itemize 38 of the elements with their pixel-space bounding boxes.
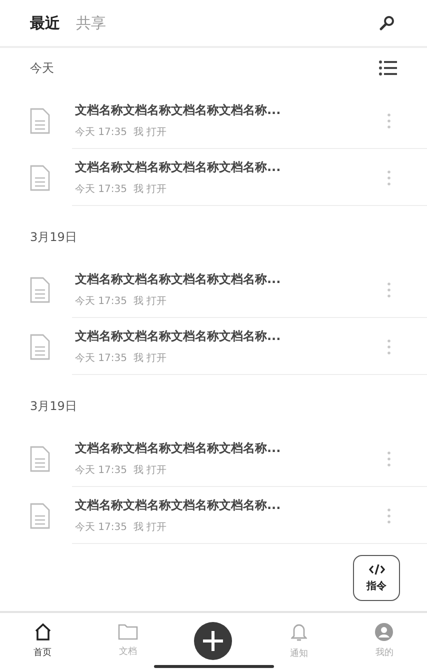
date-heading: 今天 bbox=[30, 60, 54, 76]
document-name[interactable]: 文档名称文档名称文档名称文档名称... bbox=[75, 102, 387, 119]
date-heading: 3月19日 bbox=[30, 398, 77, 414]
document-name[interactable]: 文档名称文档名称文档名称文档名称... bbox=[75, 271, 387, 288]
command-button[interactable]: 指令 bbox=[353, 555, 400, 601]
home-icon bbox=[34, 623, 52, 641]
folder-icon bbox=[118, 624, 138, 640]
document-meta: 今天 17:35 我 打开 bbox=[75, 352, 168, 365]
document-meta: 今天 17:35 我 打开 bbox=[75, 464, 168, 477]
add-button[interactable] bbox=[194, 622, 232, 660]
date-heading: 3月19日 bbox=[30, 228, 77, 246]
document-meta: 今天 17:35 我 打开 bbox=[75, 520, 168, 534]
code-icon bbox=[368, 564, 384, 574]
tab[interactable]: 最近 bbox=[30, 14, 60, 32]
document-icon bbox=[30, 276, 50, 302]
document-name[interactable]: 文档名称文档名称文档名称文档名称... bbox=[75, 497, 387, 514]
document-name[interactable]: 文档名称文档名称文档名称文档名称... bbox=[75, 440, 387, 457]
document-icon bbox=[30, 502, 50, 528]
document-meta: 今天 17:35 我 打开 bbox=[75, 182, 168, 196]
document-name[interactable]: 文档名称文档名称文档名称文档名称... bbox=[75, 159, 387, 176]
document-icon bbox=[30, 446, 50, 472]
document-icon bbox=[30, 164, 50, 190]
search-icon[interactable] bbox=[379, 15, 395, 31]
document-name[interactable]: 文档名称文档名称文档名称文档名称... bbox=[75, 328, 387, 345]
document-meta: 今天 17:35 我 打开 bbox=[75, 126, 168, 139]
list-view-icon[interactable] bbox=[379, 60, 397, 76]
more-icon[interactable] bbox=[387, 450, 391, 466]
document-meta: 今天 17:35 我 打开 bbox=[75, 294, 168, 308]
more-icon[interactable] bbox=[387, 338, 391, 354]
more-icon[interactable] bbox=[387, 170, 391, 186]
document-icon bbox=[30, 334, 50, 360]
more-icon[interactable] bbox=[387, 508, 391, 524]
user-icon bbox=[375, 623, 394, 641]
document-icon bbox=[30, 108, 50, 134]
bell-icon bbox=[290, 622, 307, 642]
more-icon[interactable] bbox=[387, 112, 391, 128]
more-icon[interactable] bbox=[387, 282, 391, 298]
nav-tab[interactable]: 首页 bbox=[0, 623, 86, 659]
